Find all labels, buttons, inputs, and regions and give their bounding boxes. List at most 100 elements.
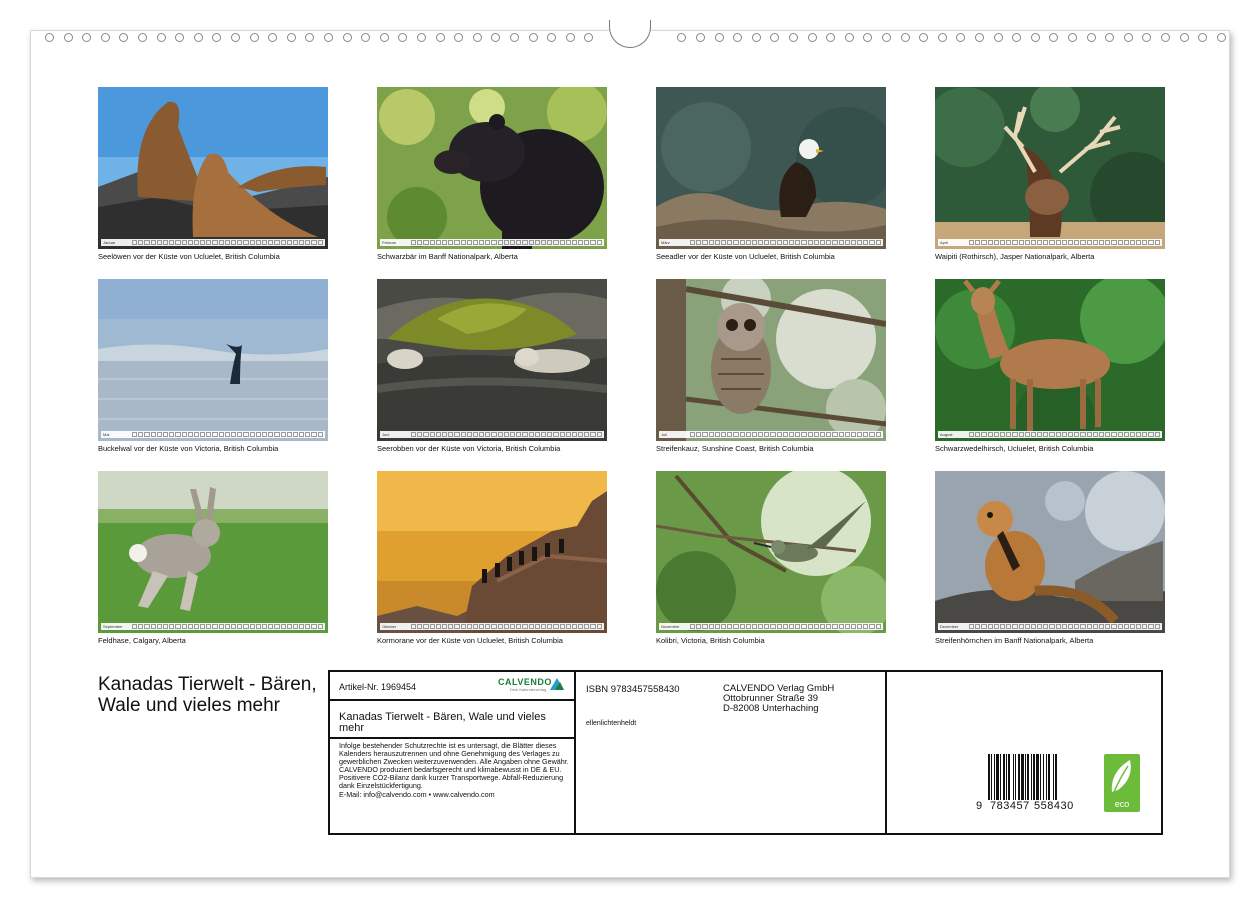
barcode-bar: [1025, 754, 1026, 800]
day-cell: [770, 624, 776, 629]
day-cell: [193, 240, 200, 245]
day-cell: [218, 624, 224, 629]
day-cell: [156, 240, 162, 245]
day-cell: [857, 240, 863, 245]
tile-july: Juli Streifenkauz, Sunshine Coast, Briti…: [656, 279, 886, 453]
binding-ring: [1012, 33, 1022, 42]
day-cell: [249, 432, 255, 437]
caption: Kolibri, Victoria, British Columbia: [656, 636, 765, 645]
day-cell: [218, 240, 224, 245]
day-cell: [1055, 240, 1061, 245]
day-cell: [1086, 432, 1092, 437]
day-cell: [813, 624, 819, 629]
day-cell: [491, 432, 497, 437]
day-cell: [1154, 624, 1160, 629]
month-strip: Juli: [659, 431, 883, 438]
day-cell: [472, 240, 479, 245]
day-cell: [479, 624, 485, 629]
day-cell: [261, 432, 268, 437]
photo-cormorants: Oktober: [377, 471, 607, 633]
day-cell: [869, 432, 875, 437]
day-cell: [1123, 432, 1129, 437]
day-cell: [844, 624, 850, 629]
binding-ring: [882, 33, 891, 42]
photo-chipmunk: Dezember: [935, 471, 1165, 633]
month-label: November: [661, 624, 680, 629]
day-cell: [819, 240, 826, 245]
day-cell: [1074, 624, 1080, 629]
day-cell: [485, 240, 491, 245]
day-cell: [727, 432, 733, 437]
eagle-image: [656, 87, 886, 249]
calvendo-tagline: Dein Kalenderverlag: [510, 687, 547, 692]
day-cell: [696, 432, 702, 437]
barcode-bar: [996, 754, 999, 800]
day-cell: [162, 624, 169, 629]
day-cell: [175, 240, 181, 245]
day-cell: [702, 624, 708, 629]
day-cell: [733, 432, 739, 437]
barcode-bar: [1033, 754, 1035, 800]
tile-august: August Schwarzwedelhirsch, Ucluelet, Bri…: [935, 279, 1165, 453]
day-cell: [578, 432, 584, 437]
day-cell: [1123, 240, 1129, 245]
day-cell: [789, 624, 795, 629]
photo-hare: September: [98, 471, 328, 633]
day-cell: [472, 432, 479, 437]
day-cell: [274, 240, 280, 245]
day-cell: [1086, 624, 1092, 629]
day-cell: [782, 624, 788, 629]
day-cell: [1111, 432, 1117, 437]
month-label: Januar: [103, 240, 116, 245]
tile-december: Dezember Streifenhörnchen im Banff Natio…: [935, 471, 1165, 645]
day-cell: [1080, 240, 1086, 245]
barcode-bar: [1048, 754, 1050, 800]
binding-ring: [1142, 33, 1152, 42]
photo-black-bear: Februar: [377, 87, 607, 249]
day-cell: [999, 240, 1006, 245]
day-cell: [212, 432, 218, 437]
day-cell: [423, 432, 429, 437]
day-cell: [466, 624, 472, 629]
day-cell: [1142, 240, 1148, 245]
day-cell: [863, 240, 869, 245]
binding-ring: [231, 33, 240, 42]
day-cell: [522, 432, 528, 437]
binding-ring: [751, 33, 761, 42]
photo-eagle: März: [656, 87, 886, 249]
photo-elk: April: [935, 87, 1165, 249]
calendar-title: Kanadas Tierwelt - Bären, Wale und viele…: [98, 674, 317, 716]
day-cell: [491, 624, 497, 629]
cormorants-image: [377, 471, 607, 633]
day-cell: [807, 240, 813, 245]
day-cell: [565, 240, 571, 245]
day-cell: [745, 624, 751, 629]
day-cell: [727, 240, 733, 245]
caption: Kormorane vor der Küste von Ucluelet, Br…: [377, 636, 563, 645]
barcode-bar: [1000, 754, 1001, 800]
day-cell: [690, 240, 696, 245]
day-cell: [540, 432, 547, 437]
day-cell: [993, 624, 999, 629]
day-cell: [200, 240, 206, 245]
day-cell: [708, 240, 714, 245]
day-cell: [1136, 432, 1142, 437]
binding-ring: [63, 33, 73, 42]
day-cell: [1129, 240, 1136, 245]
day-cell: [1123, 624, 1129, 629]
day-cell: [522, 624, 528, 629]
day-cell: [1142, 432, 1148, 437]
day-cell: [534, 432, 540, 437]
month-label: Juli: [661, 432, 668, 437]
tile-september: September Feldhase, Calgary, Alberta: [98, 471, 328, 645]
day-cell: [690, 432, 696, 437]
barcode-bar: [1046, 754, 1047, 800]
day-cell: [150, 240, 156, 245]
day-cell: [1098, 432, 1105, 437]
day-cell: [1129, 624, 1136, 629]
day-cell: [528, 432, 534, 437]
day-cell: [540, 624, 547, 629]
day-cell: [175, 624, 181, 629]
binding-ring: [268, 33, 278, 42]
day-cell: [243, 624, 249, 629]
